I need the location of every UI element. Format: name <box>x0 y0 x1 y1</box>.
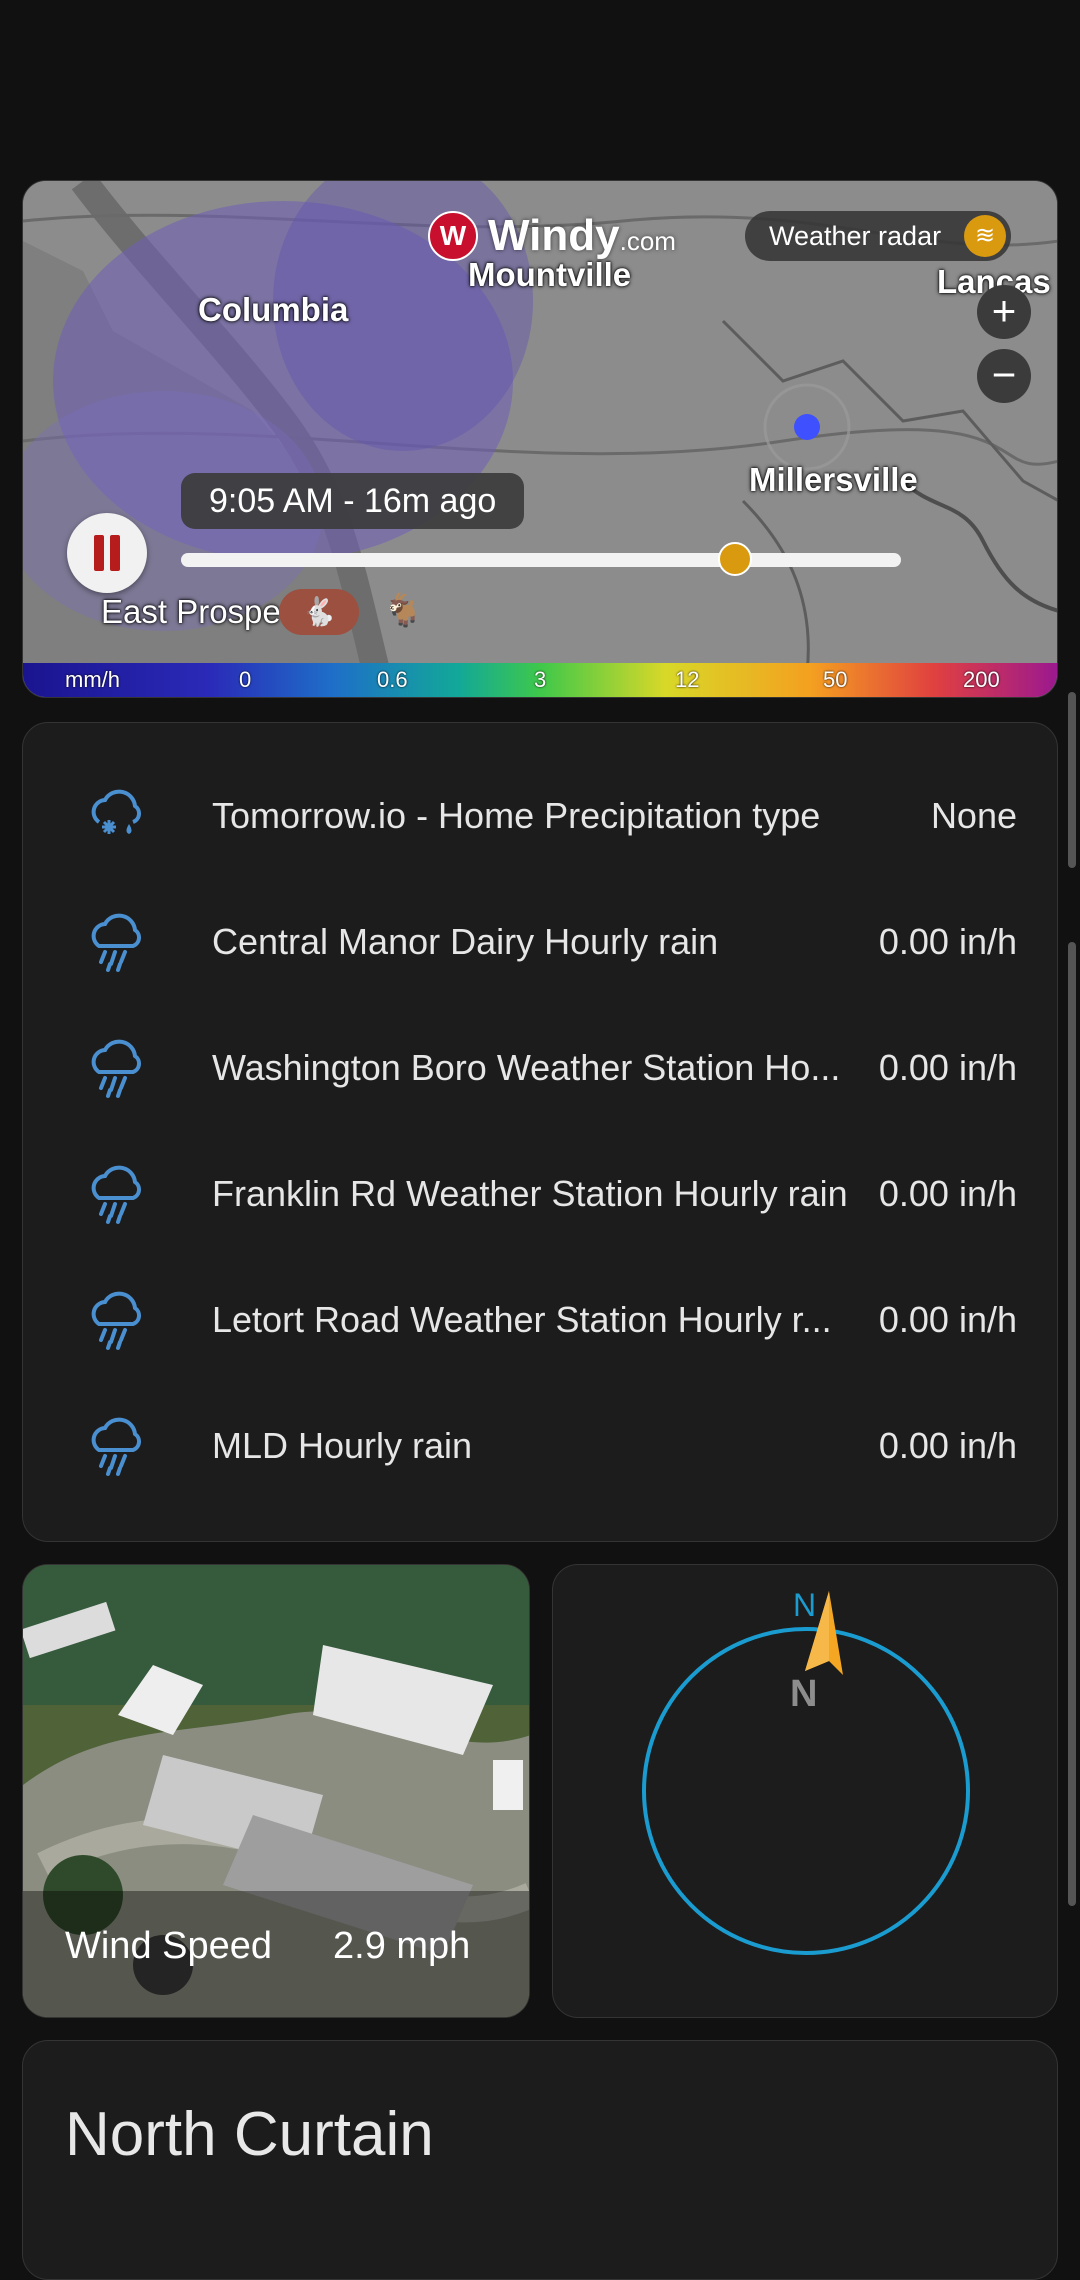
map-city-label: East Prospe <box>101 593 281 630</box>
scale-tick: 0 <box>239 667 252 692</box>
compass-north-marker: N <box>793 1587 817 1623</box>
radar-time-label: 9:05 AM - 16m ago <box>181 473 525 529</box>
playback-speed-rabbit-icon[interactable]: 🐇 <box>279 589 359 635</box>
rain-icon <box>91 1291 141 1350</box>
sensor-row[interactable]: MLD Hourly rain 0.00 in/h <box>23 1383 1057 1509</box>
precipitation-sensor-list: Tomorrow.io - Home Precipitation type No… <box>22 722 1058 1542</box>
weather-radar-map[interactable]: W Windy.com Columbia Mountville Lancas M… <box>22 180 1058 698</box>
wind-speed-camera-tile[interactable]: Wind Speed 2.9 mph <box>22 1564 530 2018</box>
north-curtain-card[interactable]: North Curtain <box>22 2040 1058 2280</box>
snow-rain-icon <box>91 789 141 834</box>
rain-icon <box>91 1165 141 1224</box>
rain-icon <box>91 913 141 972</box>
sensor-value: None <box>930 795 1017 836</box>
sensor-row[interactable]: Central Manor Dairy Hourly rain 0.00 in/… <box>23 879 1057 1005</box>
location-dot <box>794 414 820 440</box>
playback-speed-goat-icon[interactable]: 🐐 <box>383 591 423 629</box>
wind-speed-value: 2.9 mph <box>333 1925 471 1967</box>
precipitation-color-scale: mm/h 0 0.6 3 12 50 200 <box>23 663 1057 697</box>
map-city-label: Millersville <box>749 461 918 498</box>
windy-logo[interactable]: W Windy.com <box>428 211 676 261</box>
sensor-value: 0.00 in/h <box>878 1047 1017 1088</box>
sensor-name: Tomorrow.io - Home Precipitation type <box>212 795 821 836</box>
scale-tick: 12 <box>675 667 700 692</box>
sensor-name: Central Manor Dairy Hourly rain <box>212 921 719 962</box>
sensor-value: 0.00 in/h <box>878 1173 1017 1214</box>
wind-layer-icon[interactable]: ≋ <box>964 215 1007 257</box>
map-city-label: Mountville <box>468 256 632 293</box>
sensor-name: Washington Boro Weather Station Ho... <box>212 1047 841 1088</box>
windy-brand-suffix: .com <box>619 226 676 256</box>
weather-radar-layer-button[interactable]: Weather radar ≋ <box>745 211 1012 261</box>
sensor-value: 0.00 in/h <box>878 1299 1017 1340</box>
scale-tick: 0.6 <box>377 667 408 692</box>
zoom-in-button[interactable]: + <box>977 285 1031 339</box>
sensor-row[interactable]: Tomorrow.io - Home Precipitation type No… <box>23 753 1057 879</box>
map-city-label: Columbia <box>198 291 349 328</box>
wind-speed-label: Wind Speed <box>65 1925 273 1967</box>
sensor-name: Franklin Rd Weather Station Hourly rain <box>212 1173 848 1214</box>
scale-tick: 3 <box>534 667 547 692</box>
windy-brand: Windy <box>488 211 620 260</box>
windy-logo-icon: W <box>428 211 478 261</box>
scrollbar-track[interactable] <box>1068 942 1076 1906</box>
zoom-out-button[interactable]: − <box>977 349 1031 403</box>
scale-tick: 200 <box>963 667 1000 692</box>
section-title: North Curtain <box>65 2100 434 2169</box>
wind-direction-label: N <box>790 1673 818 1715</box>
scale-tick: 50 <box>823 667 848 692</box>
sensor-value: 0.00 in/h <box>878 921 1017 962</box>
sensor-name: MLD Hourly rain <box>212 1425 473 1466</box>
wind-speed-caption: Wind Speed 2.9 mph <box>23 1891 529 2017</box>
compass-graphic <box>642 1591 970 1955</box>
rain-icon <box>91 1417 141 1476</box>
rain-icon <box>91 1039 141 1098</box>
wind-direction-compass[interactable]: N N <box>552 1564 1058 2018</box>
scrollbar-thumb[interactable] <box>1068 692 1076 868</box>
timeline-slider[interactable] <box>181 542 901 576</box>
sensor-row[interactable]: Letort Road Weather Station Hourly r... … <box>23 1257 1057 1383</box>
pause-button[interactable] <box>67 513 147 593</box>
weather-radar-label: Weather radar <box>769 221 942 251</box>
sensor-value: 0.00 in/h <box>878 1425 1017 1466</box>
scale-unit: mm/h <box>65 667 120 692</box>
sensor-name: Letort Road Weather Station Hourly r... <box>212 1299 832 1340</box>
sensor-row[interactable]: Washington Boro Weather Station Ho... 0.… <box>23 1005 1057 1131</box>
sensor-row[interactable]: Franklin Rd Weather Station Hourly rain … <box>23 1131 1057 1257</box>
